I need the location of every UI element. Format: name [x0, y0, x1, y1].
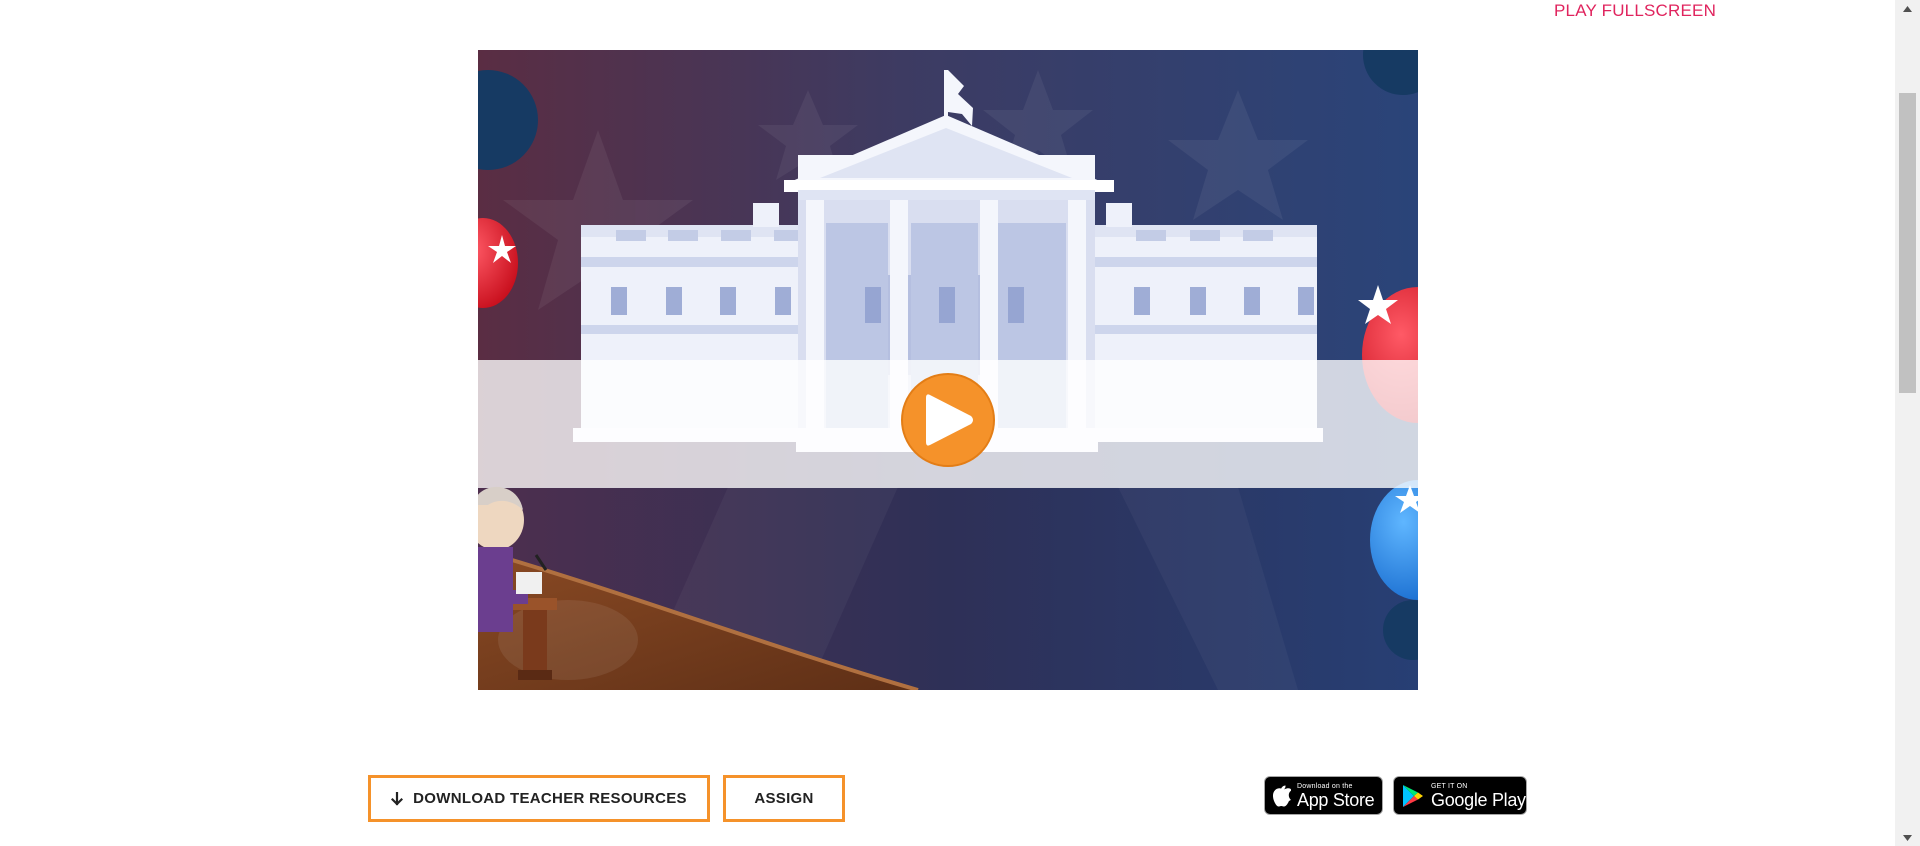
page: PLAY FULLSCREEN DOWNLOAD TEACHER RESOURC…	[0, 0, 1920, 846]
download-button-label: DOWNLOAD TEACHER RESOURCES	[413, 790, 687, 807]
play-button[interactable]	[901, 373, 995, 467]
vertical-scrollbar[interactable]	[1895, 0, 1920, 846]
assign-button[interactable]: ASSIGN	[723, 775, 845, 822]
game-splash-illustration	[478, 50, 1418, 690]
apple-logo-icon	[1273, 785, 1291, 807]
scroll-down-arrow-icon[interactable]	[1895, 829, 1920, 846]
app-store-big-text: App Store	[1297, 789, 1375, 810]
scroll-up-arrow-icon[interactable]	[1895, 0, 1920, 17]
app-store-text: Download on the App Store	[1297, 782, 1375, 810]
app-store-small-text: Download on the	[1297, 782, 1353, 790]
game-frame[interactable]	[478, 50, 1418, 690]
play-fullscreen-link[interactable]: PLAY FULLSCREEN	[1554, 0, 1716, 22]
download-teacher-resources-button[interactable]: DOWNLOAD TEACHER RESOURCES	[368, 775, 710, 822]
scrollbar-thumb[interactable]	[1899, 93, 1916, 393]
google-play-small-text: GET IT ON	[1431, 782, 1468, 790]
google-play-logo-icon	[1403, 784, 1423, 807]
google-play-text: GET IT ON Google Play	[1431, 783, 1526, 809]
google-play-badge[interactable]: GET IT ON Google Play	[1393, 776, 1527, 815]
google-play-big-text: Google Play	[1431, 789, 1526, 810]
arrow-down-icon	[391, 791, 404, 806]
assign-button-label: ASSIGN	[754, 790, 814, 807]
app-store-badge[interactable]: Download on the App Store	[1264, 776, 1383, 815]
